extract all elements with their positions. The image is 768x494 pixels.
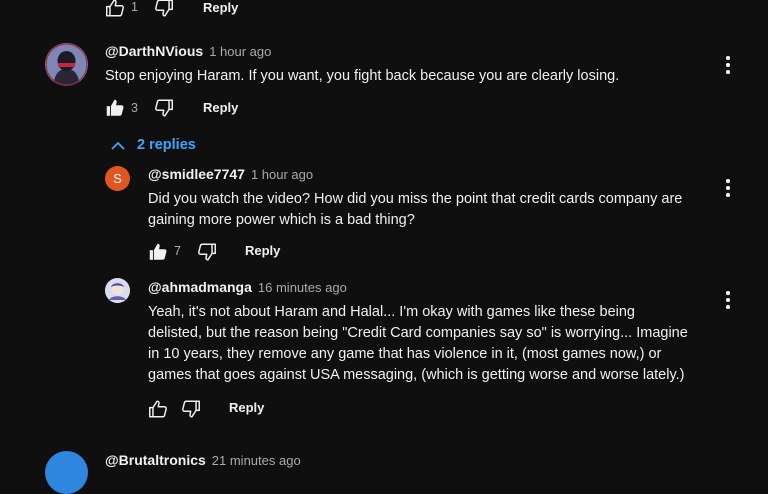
- dislike-button[interactable]: [153, 97, 175, 124]
- reply-text-line: games that goes against USA messaging, (…: [148, 367, 685, 383]
- reply-time[interactable]: 16 minutes ago: [258, 280, 347, 295]
- reply-text-line: Did you watch the video? How did you mis…: [148, 191, 683, 207]
- thumbs-down-icon: [180, 398, 202, 420]
- like-button[interactable]: [147, 398, 169, 425]
- comment-header: @Brutaltronics 21 minutes ago: [105, 452, 301, 470]
- reply-text-line: Yeah, it's not about Haram and Halal... …: [148, 304, 635, 320]
- thumbs-up-filled-icon: [147, 241, 169, 263]
- reply-text-line: in 10 years, they remove any game that h…: [148, 346, 662, 362]
- reply-author[interactable]: @ahmadmanga: [148, 279, 252, 295]
- avatar-letter: S: [113, 171, 122, 186]
- reply-menu-button[interactable]: [725, 291, 731, 312]
- dislike-button[interactable]: [196, 241, 218, 268]
- reply-text-line: gaining more power which is a bad thing?: [148, 212, 415, 228]
- like-count: 1: [131, 0, 138, 14]
- reply-button[interactable]: Reply: [203, 100, 238, 115]
- like-button[interactable]: [147, 241, 169, 268]
- replies-toggle-label: 2 replies: [137, 137, 196, 153]
- comment-header: @DarthNVious 1 hour ago: [105, 43, 271, 61]
- thumbs-up-icon: [104, 0, 126, 19]
- thumbs-down-icon: [153, 97, 175, 119]
- reply-menu-button[interactable]: [725, 179, 731, 200]
- reply-button[interactable]: Reply: [245, 243, 280, 258]
- chevron-up-icon: [111, 141, 125, 150]
- thumbs-down-icon: [196, 241, 218, 263]
- comment-time[interactable]: 21 minutes ago: [212, 453, 301, 468]
- reply-text: Did you watch the video? How did you mis…: [148, 189, 718, 231]
- reply-button[interactable]: Reply: [229, 400, 264, 415]
- avatar-image: [45, 43, 88, 86]
- like-count: 3: [131, 101, 138, 115]
- avatar-image: [105, 278, 130, 303]
- comment-author[interactable]: @DarthNVious: [105, 43, 203, 59]
- reply-button[interactable]: Reply: [203, 0, 238, 15]
- comment-menu-button[interactable]: [725, 56, 731, 77]
- like-count: 7: [174, 244, 181, 258]
- reply-text: Yeah, it's not about Haram and Halal... …: [148, 302, 718, 386]
- thumbs-down-icon: [153, 0, 175, 19]
- comment-text: Stop enjoying Haram. If you want, you fi…: [105, 68, 620, 84]
- thumbs-up-icon: [147, 398, 169, 420]
- comment-time[interactable]: 1 hour ago: [209, 44, 271, 59]
- reply-time[interactable]: 1 hour ago: [251, 167, 313, 182]
- reply-header: @ahmadmanga 16 minutes ago: [148, 279, 347, 297]
- reply-author[interactable]: @smidlee7747: [148, 166, 245, 182]
- dislike-button[interactable]: [153, 0, 175, 24]
- reply-header: @smidlee7747 1 hour ago: [148, 166, 313, 184]
- avatar[interactable]: [45, 43, 88, 86]
- reply-text-line: delisted, but the reason being "Credit C…: [148, 325, 688, 341]
- comment-author[interactable]: @Brutaltronics: [105, 452, 206, 468]
- avatar[interactable]: [105, 278, 130, 303]
- avatar[interactable]: S: [105, 166, 130, 191]
- like-button[interactable]: [104, 97, 126, 124]
- like-button[interactable]: [104, 0, 126, 24]
- avatar[interactable]: [45, 451, 88, 494]
- dislike-button[interactable]: [180, 398, 202, 425]
- thumbs-up-filled-icon: [104, 97, 126, 119]
